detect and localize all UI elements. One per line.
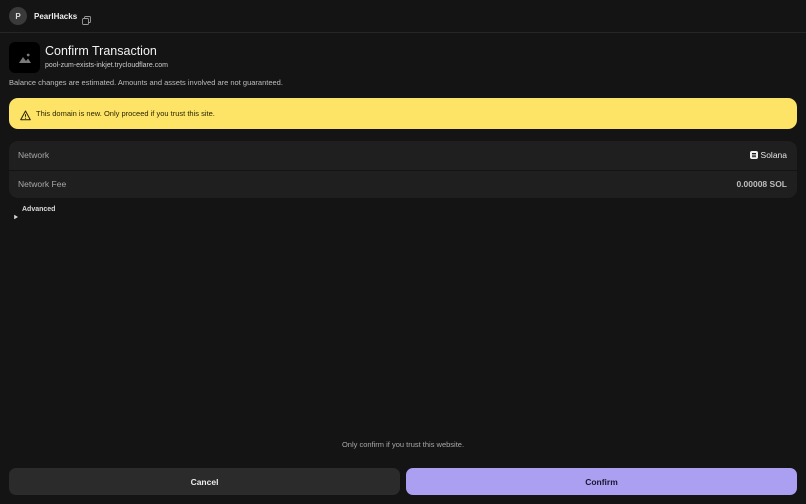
advanced-label: Advanced xyxy=(22,206,56,213)
transaction-details-card: Network Solana Network Fee 0.00008 SOL xyxy=(9,141,797,198)
network-fee-row: Network Fee 0.00008 SOL xyxy=(9,169,797,199)
page-title: Confirm Transaction xyxy=(45,44,157,58)
request-domain: pool-zum-exists-inkjet.trycloudflare.com xyxy=(45,62,168,69)
solana-icon xyxy=(749,151,758,160)
confirm-button[interactable]: Confirm xyxy=(406,468,797,495)
account-avatar[interactable]: P xyxy=(9,7,27,25)
advanced-toggle[interactable]: Advanced xyxy=(13,206,56,219)
footer-trust-note: Only confirm if you trust this website. xyxy=(341,440,465,449)
network-fee-value: 0.00008 SOL xyxy=(736,179,787,190)
network-name: Solana xyxy=(760,150,787,161)
network-value: Solana xyxy=(749,150,787,161)
site-image-placeholder-icon xyxy=(9,42,40,73)
transaction-approval-window: P PearlHacks Confirm Transaction pool-zu… xyxy=(0,0,806,504)
warning-triangle-icon xyxy=(20,108,31,121)
network-fee-label: Network Fee xyxy=(18,179,67,190)
cancel-button[interactable]: Cancel xyxy=(9,468,400,495)
caret-right-icon xyxy=(13,207,19,219)
new-domain-warning-banner: This domain is new. Only proceed if you … xyxy=(9,98,797,129)
warning-text: This domain is new. Only proceed if you … xyxy=(36,109,215,118)
copy-icon[interactable] xyxy=(82,12,92,25)
network-label: Network xyxy=(18,150,50,161)
balance-disclaimer: Balance changes are estimated. Amounts a… xyxy=(9,78,283,87)
account-header: P PearlHacks xyxy=(0,0,806,33)
network-row: Network Solana xyxy=(9,141,797,170)
account-name: PearlHacks xyxy=(34,11,78,21)
